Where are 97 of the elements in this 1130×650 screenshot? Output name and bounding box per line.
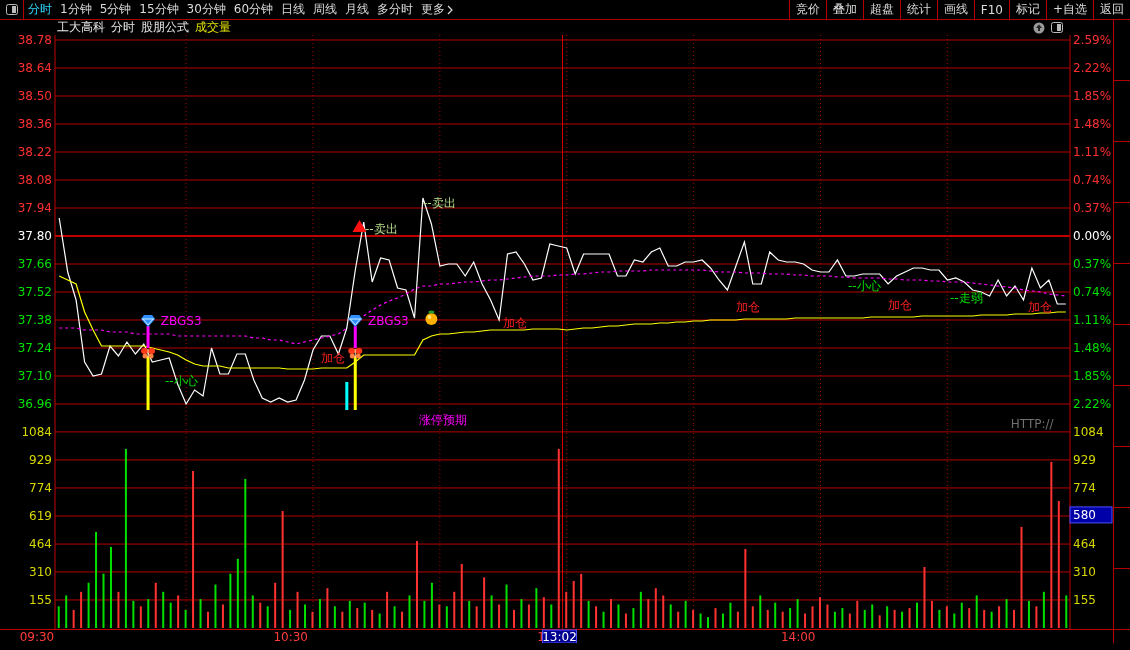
price-label: 38.50 bbox=[17, 89, 52, 103]
toolbar-button[interactable]: 超盘 bbox=[862, 0, 900, 19]
price-label: 38.22 bbox=[17, 145, 52, 159]
period-tab[interactable]: 月线 bbox=[341, 0, 374, 19]
signal-label: 加仓 bbox=[321, 351, 346, 365]
signal-label: 加仓 bbox=[1027, 300, 1052, 314]
chart-title: 股朋公式 bbox=[141, 19, 189, 36]
volume-label: 619 bbox=[29, 509, 52, 523]
percent-label: 2.22% bbox=[1073, 61, 1112, 75]
time-label: 14:00 bbox=[780, 630, 816, 643]
signal-bar bbox=[146, 356, 150, 410]
price-label: 38.36 bbox=[17, 117, 52, 131]
signal-bar bbox=[353, 326, 357, 348]
volume-label: 310 bbox=[1073, 564, 1096, 579]
volume-label: 929 bbox=[29, 452, 52, 467]
percent-label: 0.00% bbox=[1073, 229, 1112, 243]
period-tab[interactable]: 15分钟 bbox=[135, 0, 183, 19]
signal-label: --走弱 bbox=[949, 291, 983, 305]
period-tab[interactable]: 周线 bbox=[309, 0, 342, 19]
volume-label: 464 bbox=[29, 537, 52, 552]
signal-bar bbox=[345, 382, 349, 410]
percent-label: 0.37% bbox=[1073, 201, 1112, 215]
toolbar-button[interactable]: F10 bbox=[973, 0, 1009, 19]
price-label: 37.24 bbox=[17, 341, 52, 355]
price-label: 37.52 bbox=[17, 285, 52, 299]
signal-label: --卖出 bbox=[365, 222, 398, 236]
price-label: 37.66 bbox=[17, 257, 52, 271]
volume-label: 1084 bbox=[1073, 425, 1104, 439]
volume-label: 774 bbox=[29, 480, 52, 495]
period-tab[interactable]: 5分钟 bbox=[95, 0, 136, 19]
signal-label: --小心 bbox=[847, 279, 881, 293]
period-tab[interactable]: 更多 bbox=[417, 0, 458, 19]
price-label: 37.10 bbox=[17, 369, 52, 383]
chart-title: 工大高科 bbox=[57, 19, 105, 36]
period-tab[interactable]: 多分时 bbox=[373, 0, 418, 19]
percent-label: 1.11% bbox=[1073, 313, 1112, 327]
volume-label: 155 bbox=[1073, 592, 1096, 607]
percent-label: 1.85% bbox=[1073, 89, 1112, 103]
indicator-name: 成交量 bbox=[195, 19, 231, 36]
signal-label: 加仓 bbox=[503, 316, 528, 330]
percent-label: 0.37% bbox=[1073, 257, 1112, 271]
toolbar-button[interactable]: 统计 bbox=[899, 0, 937, 19]
percent-label: 1.11% bbox=[1073, 145, 1112, 159]
signal-label: 加仓 bbox=[888, 298, 913, 312]
chevron-icon bbox=[447, 4, 454, 15]
toolbar-button[interactable]: +自选 bbox=[1045, 0, 1093, 19]
toolbar-button[interactable]: 画线 bbox=[936, 0, 974, 19]
volume-label: 310 bbox=[29, 564, 52, 579]
price-label: 37.38 bbox=[17, 313, 52, 327]
price-label: 38.78 bbox=[17, 33, 52, 47]
signal-label: ZBGS3 bbox=[160, 314, 202, 328]
price-label: 38.08 bbox=[17, 173, 52, 187]
percent-label: 1.48% bbox=[1073, 117, 1112, 131]
signal-label: 涨停预期 bbox=[418, 413, 467, 427]
butterfly-icon bbox=[348, 348, 363, 359]
period-tab[interactable]: 1分钟 bbox=[56, 0, 96, 19]
signal-bar bbox=[146, 326, 150, 348]
fruit-icon bbox=[425, 310, 438, 325]
period-tab[interactable]: 30分钟 bbox=[182, 0, 230, 19]
crosshair-volume: 580 bbox=[1069, 506, 1113, 524]
toolbar-button[interactable]: 叠加 bbox=[825, 0, 863, 19]
toolbar-button[interactable]: 竞价 bbox=[788, 0, 826, 19]
volume-label: 464 bbox=[1073, 537, 1096, 552]
toolbar-button[interactable]: 返回 bbox=[1093, 0, 1130, 19]
volume-label: 155 bbox=[29, 592, 52, 607]
time-label: 10:30 bbox=[273, 630, 308, 643]
diamond-icon bbox=[141, 315, 156, 327]
time-label: 09:30 bbox=[19, 630, 55, 643]
upload-icon[interactable] bbox=[1033, 21, 1045, 34]
crosshair-time: 13:02 bbox=[542, 629, 577, 643]
volume-label: 774 bbox=[1073, 480, 1096, 495]
chart-title: 分时 bbox=[111, 19, 135, 36]
period-tab[interactable]: 60分钟 bbox=[229, 0, 278, 19]
price-label: 37.94 bbox=[17, 201, 52, 215]
percent-label: 0.74% bbox=[1073, 173, 1112, 187]
volume-label: 1084 bbox=[21, 425, 52, 439]
signal-label: HTTP:// bbox=[1010, 417, 1054, 431]
signal-label: ZBGS3 bbox=[367, 314, 409, 328]
up-arrow-icon bbox=[352, 220, 367, 232]
price-label: 36.96 bbox=[17, 397, 52, 411]
percent-label: 2.59% bbox=[1073, 33, 1112, 47]
volume-label: 929 bbox=[1073, 452, 1096, 467]
toolbar-button[interactable]: 标记 bbox=[1008, 0, 1046, 19]
diamond-icon bbox=[348, 315, 363, 327]
percent-label: 1.85% bbox=[1073, 369, 1112, 383]
price-label: 37.80 bbox=[17, 229, 52, 243]
percent-label: 0.74% bbox=[1073, 285, 1112, 299]
panel-toggle-icon[interactable] bbox=[1051, 21, 1063, 33]
signal-label: 加仓 bbox=[735, 300, 760, 314]
signal-bar bbox=[353, 356, 357, 410]
period-tab[interactable]: 日线 bbox=[277, 0, 310, 19]
period-tab[interactable]: 分时 bbox=[24, 0, 56, 19]
percent-label: 1.48% bbox=[1073, 341, 1112, 355]
percent-label: 2.22% bbox=[1073, 397, 1112, 411]
panel-toggle-icon[interactable] bbox=[5, 4, 18, 15]
butterfly-icon bbox=[141, 348, 156, 359]
price-label: 38.64 bbox=[17, 61, 52, 75]
